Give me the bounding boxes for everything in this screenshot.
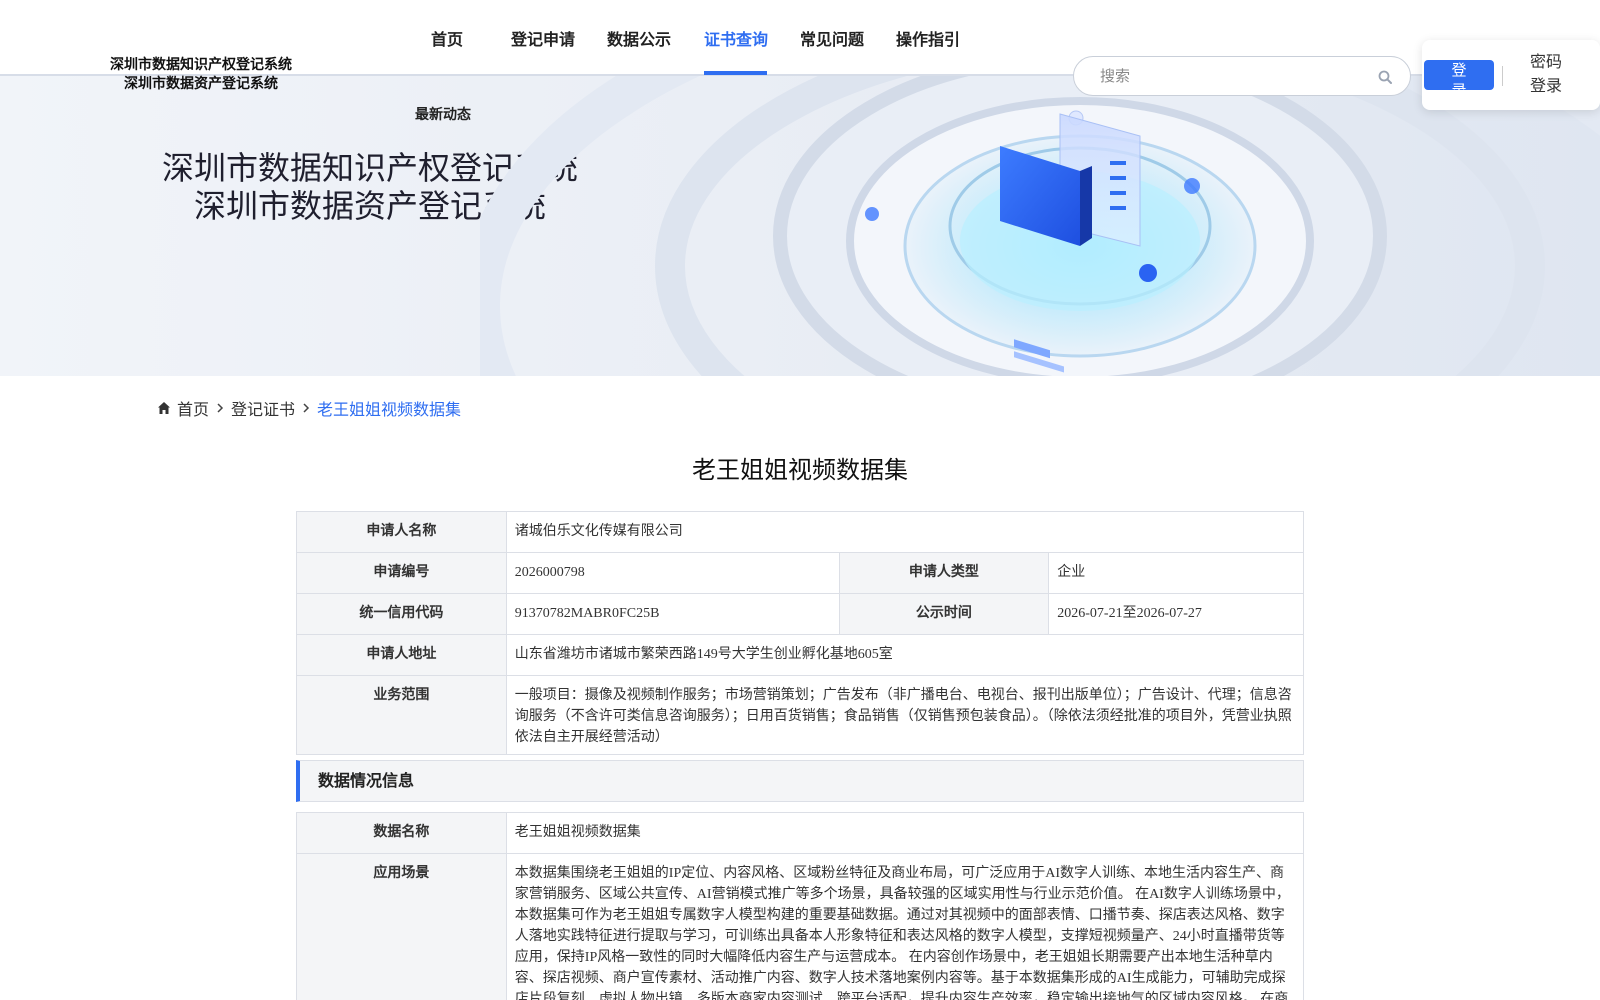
page-title: 老王姐姐视频数据集 xyxy=(692,456,908,484)
logo-line-2: 深圳市数据资产登记系统 xyxy=(124,76,278,92)
hero-banner: 深圳市数据知识产权登记系统 深圳市数据资产登记系统 xyxy=(0,76,1600,376)
logo-line-1: 深圳市数据知识产权登记系统 xyxy=(110,57,292,73)
data-name-value: 老王姐姐视频数据集 xyxy=(505,812,1305,854)
nav-certificate-query[interactable]: 证书查询 xyxy=(704,26,768,50)
search-icon[interactable] xyxy=(1378,70,1392,84)
nav-guide[interactable]: 操作指引 xyxy=(896,26,960,50)
breadcrumb: 首页 登记证书 老王姐姐视频数据集 xyxy=(157,396,461,420)
search-box xyxy=(1073,56,1411,96)
breadcrumb-certificates[interactable]: 登记证书 xyxy=(231,396,295,420)
applicant-address-value: 山东省潍坊市诸城市繁荣西路149号大学生创业孵化基地605室 xyxy=(505,634,1305,676)
application-number-label: 申请编号 xyxy=(296,552,507,594)
table-row: 业务范围 一般项目：摄像及视频制作服务；市场营销策划；广告发布（非广播电台、电视… xyxy=(296,675,1305,755)
credit-code-value: 91370782MABR0FC25B xyxy=(505,593,840,635)
search-input[interactable] xyxy=(1100,65,1360,87)
home-icon xyxy=(158,402,170,414)
data-info-table: 数据名称 老王姐姐视频数据集 应用场景 本数据集围绕老王姐姐的IP定位、内容风格… xyxy=(296,812,1305,1000)
business-scope-label: 业务范围 xyxy=(296,675,507,755)
chevron-right-icon xyxy=(303,403,310,413)
breadcrumb-current: 老王姐姐视频数据集 xyxy=(317,400,462,419)
applicant-address-label: 申请人地址 xyxy=(296,634,507,676)
login-button[interactable]: 登录 xyxy=(1424,60,1494,90)
nav-active-indicator xyxy=(704,71,767,75)
table-row: 统一信用代码 91370782MABR0FC25B 公示时间 2026-07-2… xyxy=(296,593,1304,635)
publicity-period-value: 2026-07-21至2026-07-27 xyxy=(1048,593,1304,635)
chevron-right-icon xyxy=(217,403,224,413)
application-scenario-label: 应用场景 xyxy=(296,853,507,1000)
applicant-name-label: 申请人名称 xyxy=(296,511,507,553)
applicant-name-value: 诸城伯乐文化传媒有限公司 xyxy=(505,511,1305,553)
applicant-type-label: 申请人类型 xyxy=(838,552,1050,594)
subnav-latest-news[interactable]: 最新动态 xyxy=(415,104,471,124)
table-row: 申请编号 2026000798 申请人类型 企业 xyxy=(296,552,1304,594)
nav-register-apply[interactable]: 登记申请 xyxy=(511,26,575,50)
data-info-section-heading: 数据情况信息 xyxy=(296,760,1304,802)
publicity-period-label: 公示时间 xyxy=(838,593,1050,635)
login-divider xyxy=(1502,66,1503,86)
application-number-value: 2026000798 xyxy=(505,552,840,594)
login-panel: 登录 密码登录 xyxy=(1422,40,1600,110)
nav-faq[interactable]: 常见问题 xyxy=(800,26,864,50)
password-login-link[interactable]: 密码登录 xyxy=(1526,50,1566,98)
table-row: 申请人地址 山东省潍坊市诸城市繁荣西路149号大学生创业孵化基地605室 xyxy=(296,634,1305,676)
breadcrumb-home[interactable]: 首页 xyxy=(177,396,209,420)
table-row: 申请人名称 诸城伯乐文化传媒有限公司 xyxy=(296,511,1305,553)
credit-code-label: 统一信用代码 xyxy=(296,593,507,635)
applicant-type-value: 企业 xyxy=(1048,552,1304,594)
applicant-info-table: 申请人名称 诸城伯乐文化传媒有限公司 申请编号 2026000798 申请人类型… xyxy=(296,511,1305,755)
site-logo[interactable]: 深圳市数据知识产权登记系统 深圳市数据资产登记系统 xyxy=(96,56,306,94)
nav-data-publicity[interactable]: 数据公示 xyxy=(607,26,671,50)
data-name-label: 数据名称 xyxy=(296,812,507,854)
business-scope-value: 一般项目：摄像及视频制作服务；市场营销策划；广告发布（非广播电台、电视台、报刊出… xyxy=(505,675,1305,755)
application-scenario-value: 本数据集围绕老王姐姐的IP定位、内容风格、区域粉丝特征及商业布局，可广泛应用于A… xyxy=(505,853,1305,1000)
banner-illustration xyxy=(480,76,1600,376)
table-row: 应用场景 本数据集围绕老王姐姐的IP定位、内容风格、区域粉丝特征及商业布局，可广… xyxy=(296,853,1305,1000)
nav-home[interactable]: 首页 xyxy=(431,26,463,50)
table-row: 数据名称 老王姐姐视频数据集 xyxy=(296,812,1305,854)
